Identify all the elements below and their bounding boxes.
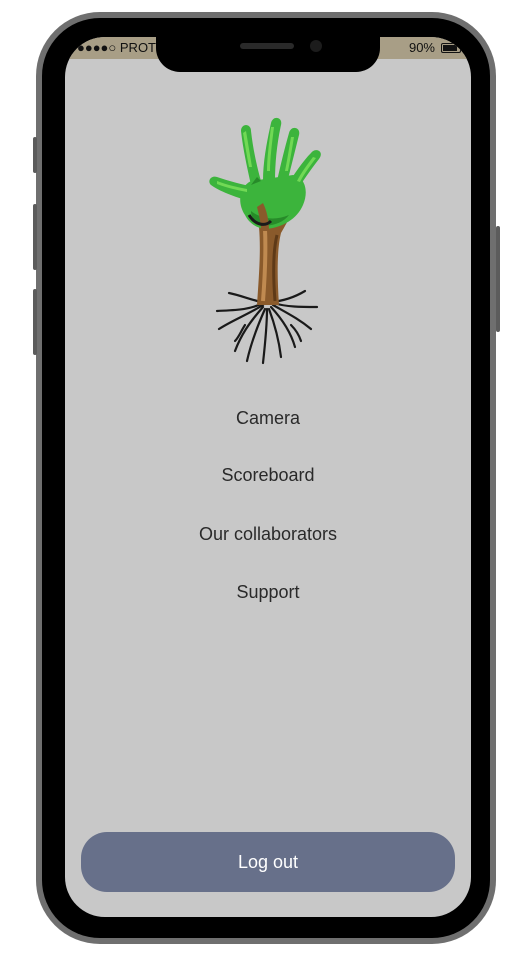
tree-hand-logo-icon (209, 117, 321, 365)
logout-label: Log out (237, 851, 299, 872)
menu-item-support[interactable]: Support (65, 582, 471, 603)
menu-item-scoreboard[interactable]: Scoreboard (65, 465, 471, 486)
battery-fill (443, 44, 458, 51)
status-left: ●●●●○ PROT (77, 40, 156, 55)
front-camera (310, 40, 322, 52)
signal-icon: ●●●●○ (77, 40, 117, 55)
status-right: 90% (408, 40, 463, 55)
volume-down-button (33, 289, 37, 355)
mute-switch (33, 137, 37, 173)
battery-percent: 90% (408, 40, 435, 55)
menu-item-camera[interactable]: Camera (65, 408, 471, 429)
notch (156, 20, 380, 72)
battery-icon (441, 42, 463, 53)
carrier-name: PROT (119, 40, 157, 55)
power-button (496, 226, 500, 332)
volume-up-button (33, 204, 37, 270)
menu-item-collaborators[interactable]: Our collaborators (65, 524, 471, 545)
speaker-grille (240, 43, 294, 49)
logout-button[interactable]: Log out (81, 832, 455, 892)
